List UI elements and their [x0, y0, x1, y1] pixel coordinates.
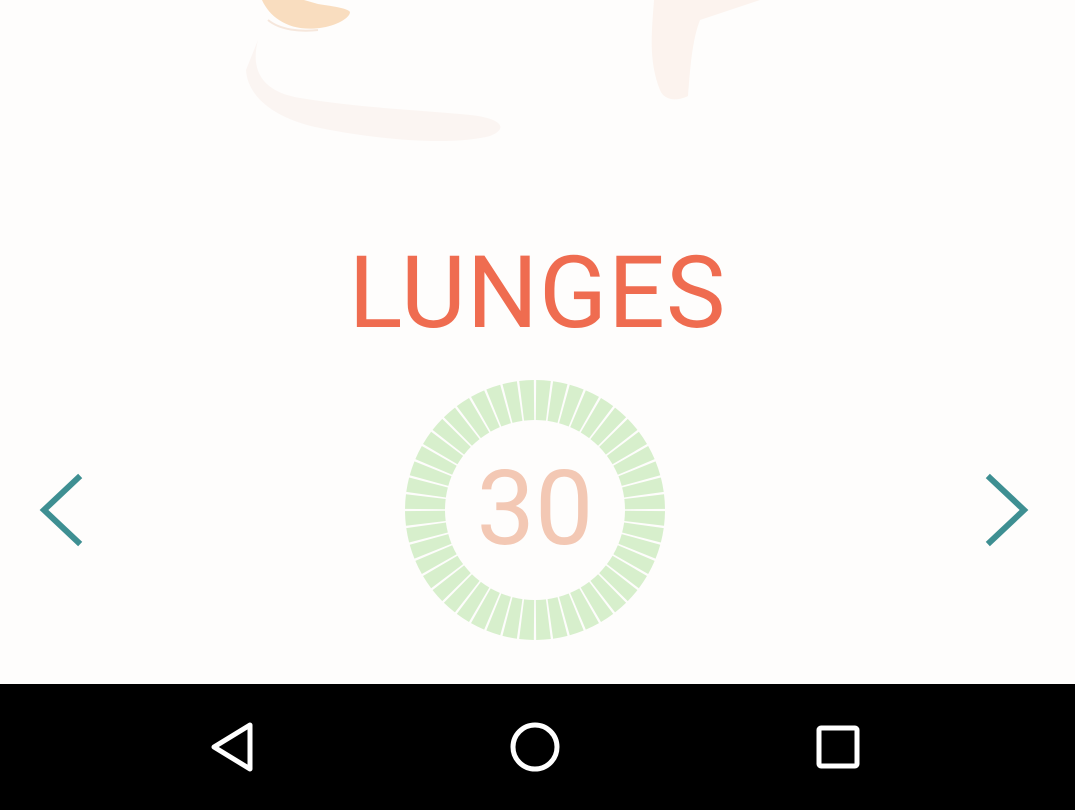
system-recents-button[interactable]	[808, 717, 868, 777]
chevron-left-icon	[39, 473, 83, 547]
countdown-timer: 30	[403, 378, 667, 642]
exercise-title: LUNGES	[348, 235, 727, 352]
system-back-button[interactable]	[202, 717, 262, 777]
recents-square-icon	[816, 725, 860, 769]
next-exercise-button[interactable]	[978, 470, 1034, 550]
chevron-right-icon	[985, 473, 1029, 547]
countdown-value: 30	[476, 449, 594, 570]
home-circle-icon	[510, 722, 560, 772]
system-home-button[interactable]	[505, 717, 565, 777]
exercise-illustration	[246, 0, 760, 142]
back-triangle-icon	[211, 722, 253, 772]
previous-exercise-button[interactable]	[34, 470, 90, 550]
system-navigation-bar	[0, 684, 1075, 810]
workout-screen: LUNGES 30	[0, 0, 1075, 810]
